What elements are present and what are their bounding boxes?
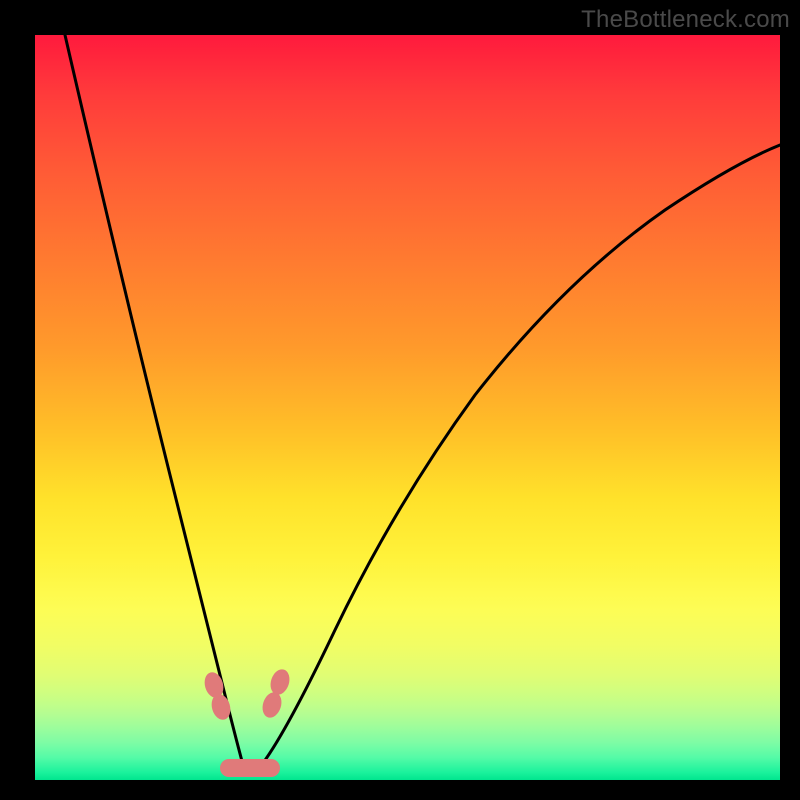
- plot-area: [35, 35, 780, 780]
- blob-bottom: [220, 759, 280, 777]
- curve-layer: [35, 35, 780, 780]
- chart-frame: TheBottleneck.com: [0, 0, 800, 800]
- curve-left-branch: [65, 35, 243, 765]
- blob-right-lower: [259, 690, 284, 720]
- curve-right-branch: [260, 145, 780, 767]
- blob-right-upper: [267, 667, 292, 697]
- watermark-text: TheBottleneck.com: [581, 6, 790, 34]
